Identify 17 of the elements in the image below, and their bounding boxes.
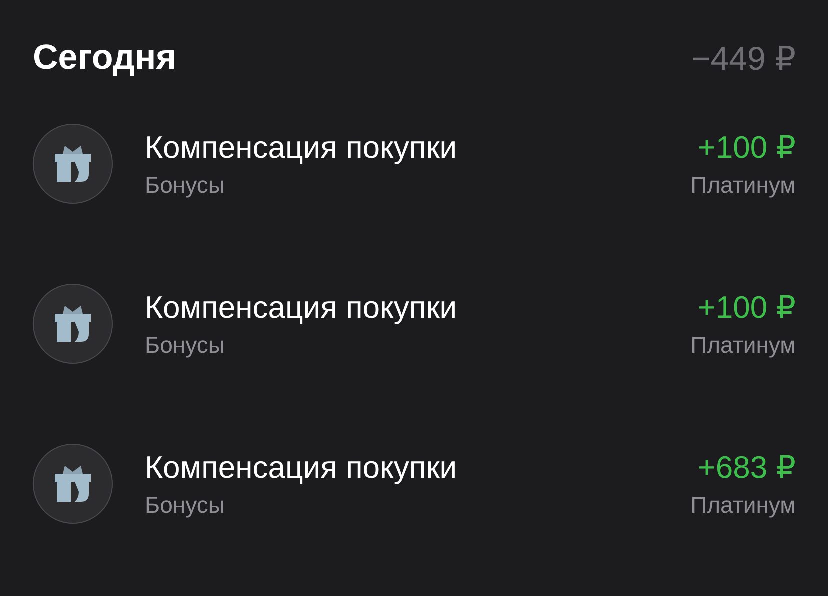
transaction-title[interactable]: Компенсация покупки [145, 130, 691, 166]
day-total: −449 ₽ [692, 38, 796, 78]
transaction-category: Бонусы [145, 332, 226, 358]
transaction-category: Бонусы [145, 492, 226, 518]
transaction-amount: +100 ₽ [698, 290, 796, 326]
account-name: Платинум [690, 332, 796, 358]
section-title: Сегодня [33, 38, 177, 78]
gift-icon [53, 464, 93, 504]
transaction-title[interactable]: Компенсация покупки [145, 290, 691, 326]
transaction-amount: +683 ₽ [698, 450, 796, 486]
gift-icon [53, 144, 93, 184]
transaction-amount: +100 ₽ [698, 130, 796, 166]
gift-icon [53, 304, 93, 344]
account-name: Платинум [690, 172, 796, 198]
transaction-title[interactable]: Компенсация покупки [145, 450, 691, 486]
account-name: Платинум [690, 492, 796, 518]
transaction-category: Бонусы [145, 172, 226, 198]
